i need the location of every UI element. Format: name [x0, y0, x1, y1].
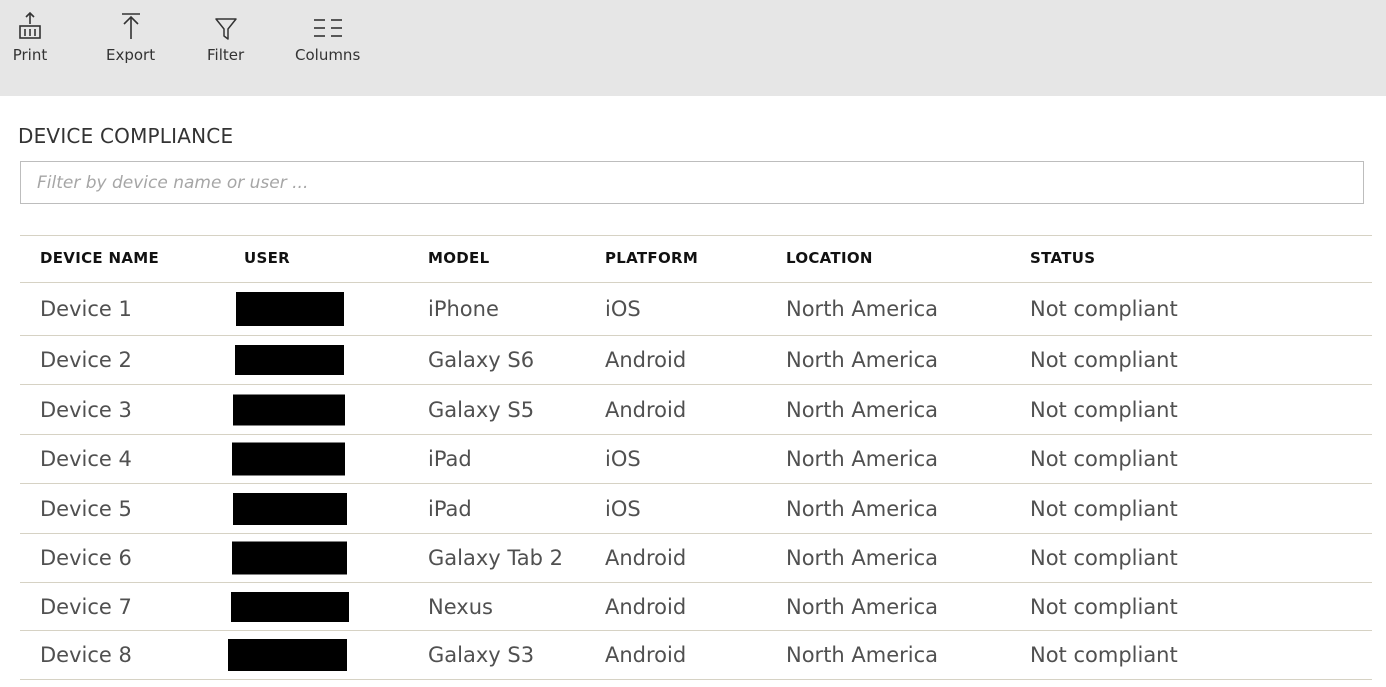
column-header-user[interactable]: USER [244, 249, 290, 267]
device-name-cell: Device 2 [40, 348, 132, 372]
device-table: DEVICE NAME USER MODEL PLATFORM LOCATION… [20, 235, 1372, 680]
device-name-cell: Device 4 [40, 447, 132, 471]
platform-cell: Android [605, 594, 687, 619]
table-row[interactable]: Device 6 Galaxy Tab 2 Android North Amer… [20, 534, 1372, 583]
location-cell: North America [786, 348, 939, 372]
device-name-cell: Device 7 [40, 594, 132, 619]
table-row[interactable]: Device 8 Galaxy S3 Android North America… [20, 631, 1372, 680]
columns-button[interactable]: Columns [295, 10, 360, 64]
print-button[interactable]: Print [12, 10, 48, 64]
platform-cell: Android [605, 397, 687, 422]
export-arrow-icon [113, 10, 149, 42]
search-input[interactable] [20, 161, 1364, 204]
model-cell: Nexus [428, 594, 493, 619]
device-name-cell: Device 3 [40, 397, 132, 422]
status-cell: Not compliant [1030, 643, 1178, 667]
platform-cell: Android [605, 643, 687, 667]
model-cell: Galaxy S5 [428, 397, 535, 422]
device-name-cell: Device 8 [40, 643, 132, 667]
page-title: DEVICE COMPLIANCE [18, 124, 234, 148]
export-button[interactable]: Export [106, 10, 155, 64]
status-cell: Not compliant [1030, 297, 1178, 321]
location-cell: North America [786, 643, 939, 667]
location-cell: North America [786, 297, 939, 321]
platform-cell: Android [605, 546, 687, 570]
table-row[interactable]: Device 1 iPhone iOS North America Not co… [20, 283, 1372, 336]
redacted-user [236, 292, 344, 326]
redacted-user [233, 492, 347, 525]
status-cell: Not compliant [1030, 594, 1178, 619]
toolbar: Print Export Filter Columns [0, 0, 1386, 96]
column-header-location[interactable]: LOCATION [786, 249, 873, 267]
device-name-cell: Device 5 [40, 496, 132, 521]
redacted-user [232, 541, 347, 575]
table-row[interactable]: Device 3 Galaxy S5 Android North America… [20, 385, 1372, 435]
filter-button[interactable]: Filter [207, 10, 244, 64]
column-header-status[interactable]: STATUS [1030, 249, 1095, 267]
model-cell: iPhone [428, 297, 499, 321]
status-cell: Not compliant [1030, 496, 1178, 521]
printer-icon [12, 10, 48, 42]
status-cell: Not compliant [1030, 397, 1178, 422]
status-cell: Not compliant [1030, 546, 1178, 570]
filter-label: Filter [207, 46, 245, 64]
redacted-user [228, 639, 347, 671]
redacted-user [232, 442, 345, 476]
status-cell: Not compliant [1030, 447, 1178, 471]
location-cell: North America [786, 397, 939, 422]
table-header: DEVICE NAME USER MODEL PLATFORM LOCATION… [20, 236, 1372, 283]
location-cell: North America [786, 496, 939, 521]
print-label: Print [12, 46, 48, 64]
redacted-user [233, 394, 345, 425]
table-row[interactable]: Device 4 iPad iOS North America Not comp… [20, 435, 1372, 484]
platform-cell: Android [605, 348, 687, 372]
column-header-model[interactable]: MODEL [428, 249, 489, 267]
location-cell: North America [786, 447, 939, 471]
model-cell: iPad [428, 447, 472, 471]
model-cell: iPad [428, 496, 472, 521]
device-name-cell: Device 6 [40, 546, 132, 570]
columns-icon [310, 10, 346, 42]
table-row[interactable]: Device 2 Galaxy S6 Android North America… [20, 336, 1372, 385]
location-cell: North America [786, 594, 939, 619]
status-cell: Not compliant [1030, 348, 1178, 372]
table-row[interactable]: Device 7 Nexus Android North America Not… [20, 583, 1372, 631]
columns-label: Columns [295, 46, 361, 64]
model-cell: Galaxy S6 [428, 348, 535, 372]
platform-cell: iOS [605, 496, 641, 521]
redacted-user [235, 345, 344, 375]
column-header-device-name[interactable]: DEVICE NAME [40, 249, 159, 267]
redacted-user [231, 591, 349, 622]
model-cell: Galaxy S3 [428, 643, 535, 667]
model-cell: Galaxy Tab 2 [428, 546, 563, 570]
device-name-cell: Device 1 [40, 297, 132, 321]
platform-cell: iOS [605, 297, 641, 321]
platform-cell: iOS [605, 447, 641, 471]
column-header-platform[interactable]: PLATFORM [605, 249, 698, 267]
funnel-icon [208, 10, 244, 42]
export-label: Export [106, 46, 156, 64]
location-cell: North America [786, 546, 939, 570]
table-row[interactable]: Device 5 iPad iOS North America Not comp… [20, 484, 1372, 534]
